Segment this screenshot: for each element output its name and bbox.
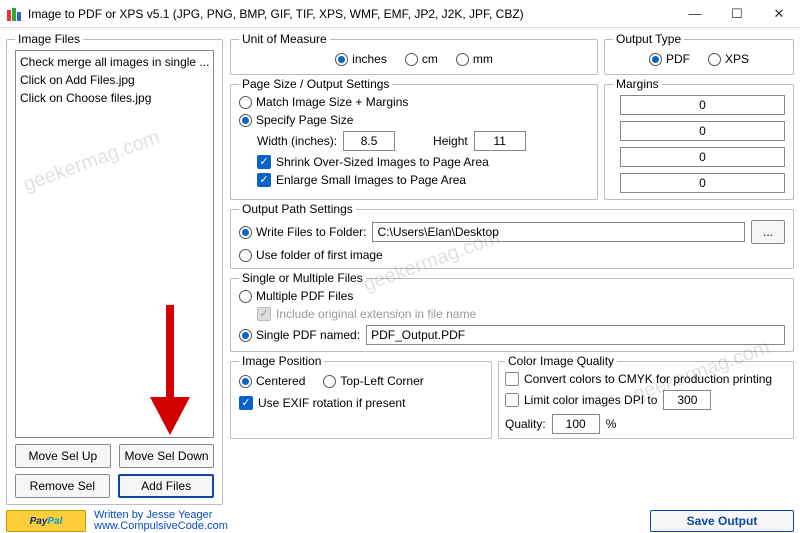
use-first-image-folder-radio[interactable]: Use folder of first image <box>239 248 785 262</box>
limit-dpi-check[interactable]: ✓Limit color images DPI to <box>505 393 657 407</box>
footer: PayPal Written by Jesse Yeager www.Compu… <box>0 509 800 533</box>
match-image-size-radio[interactable]: Match Image Size + Margins <box>239 95 589 109</box>
single-multiple-legend: Single or Multiple Files <box>239 271 366 285</box>
dpi-input[interactable] <box>663 390 711 410</box>
quality-label: Quality: <box>505 417 546 431</box>
quality-suffix: % <box>606 417 617 431</box>
output-type-group: Output Type PDF XPS <box>604 32 794 75</box>
app-icon <box>6 6 22 22</box>
site-link[interactable]: www.CompulsiveCode.com <box>94 521 228 532</box>
image-position-group: Image Position Centered Top-Left Corner … <box>230 354 492 439</box>
close-button[interactable]: ✕ <box>758 0 800 28</box>
output-path-group: Output Path Settings Write Files to Fold… <box>230 202 794 269</box>
add-files-button[interactable]: Add Files <box>118 474 215 498</box>
unit-cm-radio[interactable]: cm <box>405 52 438 66</box>
centered-radio[interactable]: Centered <box>239 374 305 388</box>
width-label: Width (inches): <box>257 134 337 148</box>
height-input[interactable] <box>474 131 526 151</box>
move-sel-down-button[interactable]: Move Sel Down <box>119 444 215 468</box>
color-quality-group: Color Image Quality ✓Convert colors to C… <box>498 354 794 439</box>
margins-group: Margins Top (inches): Left (inches): Bot… <box>604 77 794 200</box>
quality-input[interactable] <box>552 414 600 434</box>
color-quality-legend: Color Image Quality <box>505 354 617 368</box>
image-files-group: Image Files Check merge all images in si… <box>6 32 223 505</box>
title-bar: Image to PDF or XPS v5.1 (JPG, PNG, BMP,… <box>0 0 800 28</box>
list-item[interactable]: Click on Choose files.jpg <box>18 89 211 107</box>
shrink-check[interactable]: ✓Shrink Over-Sized Images to Page Area <box>239 155 589 169</box>
enlarge-check[interactable]: ✓Enlarge Small Images to Page Area <box>239 173 589 187</box>
single-pdf-name-input[interactable] <box>366 325 785 345</box>
single-pdf-radio[interactable]: Single PDF named: <box>239 328 360 342</box>
margin-bottom-input[interactable] <box>620 147 785 167</box>
list-item[interactable]: Check merge all images in single ... <box>18 53 211 71</box>
specify-page-size-radio[interactable]: Specify Page Size <box>239 113 589 127</box>
remove-sel-button[interactable]: Remove Sel <box>15 474 110 498</box>
output-path-legend: Output Path Settings <box>239 202 356 216</box>
unit-mm-radio[interactable]: mm <box>456 52 493 66</box>
list-item[interactable]: Click on Add Files.jpg <box>18 71 211 89</box>
margin-right-input[interactable] <box>620 173 785 193</box>
window-title: Image to PDF or XPS v5.1 (JPG, PNG, BMP,… <box>28 7 674 21</box>
unit-of-measure-group: Unit of Measure inches cm mm <box>230 32 598 75</box>
minimize-button[interactable]: — <box>674 0 716 28</box>
write-files-radio[interactable]: Write Files to Folder: <box>239 225 366 239</box>
image-files-legend: Image Files <box>15 32 83 46</box>
margins-legend: Margins <box>613 77 662 91</box>
footer-links: Written by Jesse Yeager www.CompulsiveCo… <box>94 510 228 532</box>
output-folder-input[interactable] <box>372 222 745 242</box>
move-sel-up-button[interactable]: Move Sel Up <box>15 444 111 468</box>
maximize-button[interactable]: ☐ <box>716 0 758 28</box>
window-controls: — ☐ ✕ <box>674 0 800 28</box>
margin-left-input[interactable] <box>620 121 785 141</box>
save-output-button[interactable]: Save Output <box>650 510 794 532</box>
unit-inches-radio[interactable]: inches <box>335 52 387 66</box>
browse-button[interactable]: ... <box>751 220 785 244</box>
include-extension-check: ✓Include original extension in file name <box>239 307 785 321</box>
output-xps-radio[interactable]: XPS <box>708 52 749 66</box>
exif-rotation-check[interactable]: ✓Use EXIF rotation if present <box>239 396 483 410</box>
page-size-legend: Page Size / Output Settings <box>239 77 392 91</box>
width-input[interactable] <box>343 131 395 151</box>
image-files-list[interactable]: Check merge all images in single ... Cli… <box>15 50 214 438</box>
height-label: Height <box>433 134 468 148</box>
image-position-legend: Image Position <box>239 354 324 368</box>
paypal-donate-button[interactable]: PayPal <box>6 510 86 532</box>
multiple-pdf-radio[interactable]: Multiple PDF Files <box>239 289 785 303</box>
margin-top-input[interactable] <box>620 95 785 115</box>
top-left-radio[interactable]: Top-Left Corner <box>323 374 423 388</box>
unit-legend: Unit of Measure <box>239 32 330 46</box>
cmyk-check[interactable]: ✓Convert colors to CMYK for production p… <box>505 372 787 386</box>
output-pdf-radio[interactable]: PDF <box>649 52 690 66</box>
single-multiple-group: Single or Multiple Files Multiple PDF Fi… <box>230 271 794 352</box>
page-size-group: Page Size / Output Settings Match Image … <box>230 77 598 200</box>
output-type-legend: Output Type <box>613 32 684 46</box>
